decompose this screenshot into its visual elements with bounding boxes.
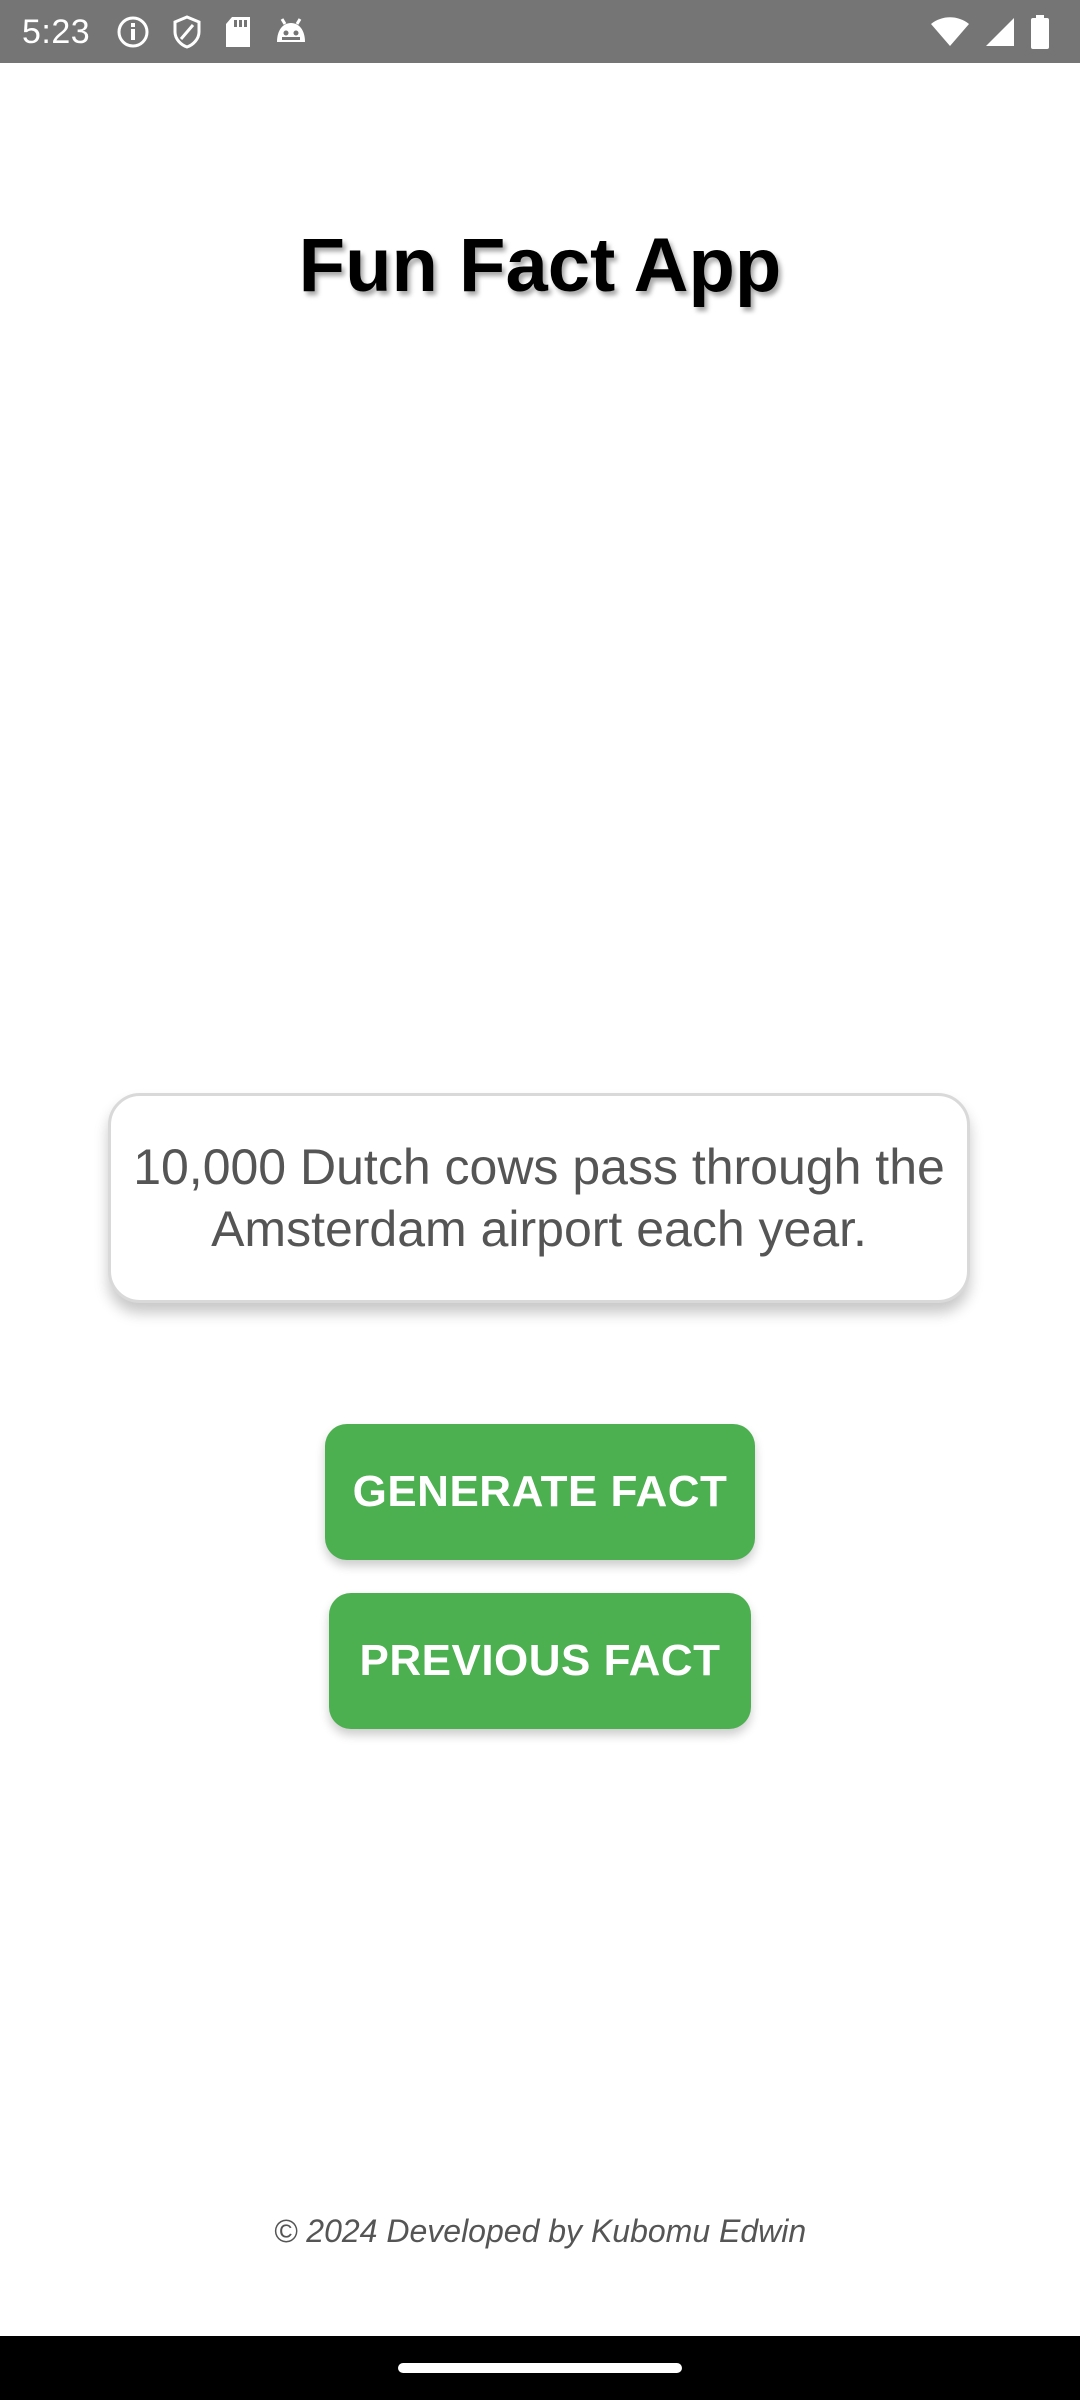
app-title: Fun Fact App bbox=[298, 223, 782, 308]
previous-fact-button[interactable]: PREVIOUS FACT bbox=[329, 1593, 751, 1729]
home-gesture-handle[interactable] bbox=[398, 2363, 682, 2373]
status-time: 5:23 bbox=[22, 13, 91, 51]
status-system-icons bbox=[930, 12, 1050, 52]
app-screen: 5:23 Fun Fact App 10,000 Dutch cows pass… bbox=[0, 0, 1080, 2400]
battery-icon bbox=[1031, 15, 1049, 49]
fact-card: 10,000 Dutch cows pass through the Amste… bbox=[108, 1093, 970, 1303]
android-debug-icon bbox=[277, 18, 305, 42]
info-icon bbox=[117, 16, 149, 48]
status-bar: 5:23 bbox=[0, 0, 1080, 63]
cell-signal-icon bbox=[986, 18, 1014, 46]
shield-icon bbox=[173, 15, 201, 49]
footer-credit: © 2024 Developed by Kubomu Edwin bbox=[273, 2213, 807, 2249]
fact-text: 10,000 Dutch cows pass through the Amste… bbox=[133, 1139, 945, 1257]
wifi-icon bbox=[931, 17, 969, 46]
sd-card-icon bbox=[226, 17, 250, 47]
generate-fact-button[interactable]: GENERATE FACT bbox=[325, 1424, 755, 1560]
status-notification-icons bbox=[116, 12, 308, 52]
